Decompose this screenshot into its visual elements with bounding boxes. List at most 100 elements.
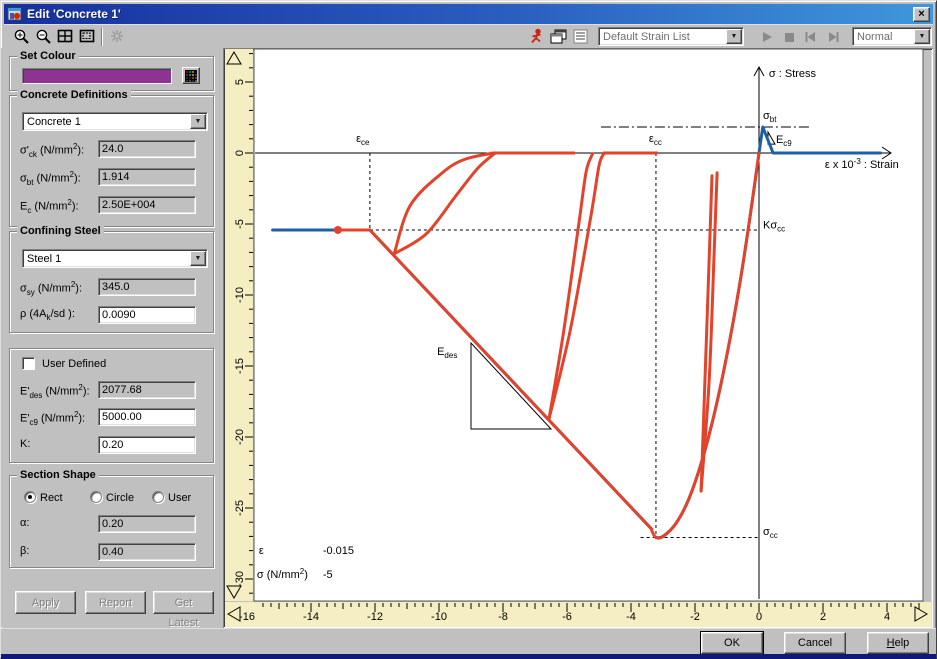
steel-combo[interactable]: Steel 1 ▼ — [22, 249, 208, 268]
sigma-axis-label: σ : Stress — [769, 68, 817, 80]
rho-field[interactable] — [98, 306, 196, 324]
user-defined-checkbox[interactable] — [22, 357, 35, 370]
chart-area: -16-14-12-10-8-6-4-202450-5-10-15-20-25-… — [223, 48, 933, 628]
footer-bar: OK Cancel Help — [1, 628, 936, 656]
edit-concrete-window: Edit 'Concrete 1' × — [0, 0, 937, 659]
radio-rect-circle[interactable] — [24, 491, 36, 503]
zoom-out-icon — [35, 28, 52, 45]
beta-field[interactable] — [98, 543, 196, 561]
strain-list-button[interactable] — [570, 27, 592, 47]
x-tick-label: -10 — [431, 611, 447, 623]
set-colour-legend: Set Colour — [17, 50, 79, 62]
radio-circle-label: Circle — [106, 492, 134, 504]
y-tick-label: -30 — [234, 571, 246, 587]
x-tick-label: 4 — [884, 611, 890, 623]
app-icon — [7, 6, 23, 22]
sigma-ck-field[interactable] — [98, 140, 196, 158]
set-colour-group: Set Colour — [9, 56, 214, 91]
concrete-combo-value: Concrete 1 — [23, 116, 189, 128]
radio-circle[interactable]: Circle — [90, 490, 134, 508]
palette-icon — [185, 70, 197, 82]
strain-list-combo-value: Default Strain List — [599, 31, 725, 43]
chevron-down-icon[interactable]: ▼ — [190, 114, 206, 129]
window-title: Edit 'Concrete 1' — [27, 7, 913, 21]
radio-user-label: User — [168, 492, 191, 504]
stop-button[interactable] — [778, 27, 800, 47]
edes-field-label: E'des (N/mm2): — [20, 383, 90, 400]
list-icon — [572, 28, 590, 46]
radio-user[interactable]: User — [152, 490, 191, 508]
stop-icon — [782, 30, 796, 44]
mode-combo[interactable]: Normal ▼ — [852, 27, 932, 46]
cancel-button[interactable]: Cancel — [784, 632, 846, 654]
x-tick-label: 2 — [820, 611, 826, 623]
x-tick-label: -6 — [562, 611, 572, 623]
sigma-bt-field[interactable] — [98, 168, 196, 186]
alpha-field[interactable] — [98, 515, 196, 533]
chevron-down-icon[interactable]: ▼ — [914, 29, 930, 44]
x-tick-label: 0 — [756, 611, 762, 623]
k-field[interactable] — [98, 436, 196, 454]
strain-axis-label: ε x 10-3 : Strain — [825, 157, 899, 171]
step-back-button[interactable] — [800, 27, 822, 47]
properties-button[interactable] — [548, 27, 570, 47]
redraw-button[interactable] — [106, 27, 128, 47]
ec-field[interactable] — [98, 196, 196, 214]
beta-label: β: — [20, 545, 29, 557]
step-back-icon — [803, 30, 819, 44]
ec9-field[interactable] — [98, 408, 196, 426]
zoom-in-button[interactable] — [10, 27, 32, 47]
concrete-definitions-legend: Concrete Definitions — [17, 89, 131, 101]
step-forward-button[interactable] — [822, 27, 844, 47]
zoom-window-icon — [79, 28, 96, 45]
windows-icon — [550, 28, 568, 46]
ok-button[interactable]: OK — [701, 632, 763, 654]
close-button[interactable]: × — [913, 7, 930, 22]
section-shape-group: Section Shape Rect Circle User α: β: — [9, 475, 214, 568]
title-bar: Edit 'Concrete 1' × — [4, 4, 933, 24]
user-defined-label: User Defined — [42, 358, 106, 370]
rho-label: ρ (4Ak/sd ): — [20, 308, 75, 322]
radio-user-circle[interactable] — [152, 491, 164, 503]
steel-combo-value: Steel 1 — [23, 253, 189, 265]
palette-button[interactable] — [182, 67, 200, 84]
play-button[interactable] — [756, 27, 778, 47]
animate-button[interactable] — [526, 27, 548, 47]
x-tick-label: -4 — [626, 611, 636, 623]
chart-svg: -16-14-12-10-8-6-4-202450-5-10-15-20-25-… — [223, 48, 933, 628]
ec-label: Ec (N/mm2): — [20, 198, 79, 215]
confining-steel-group: Confining Steel Steel 1 ▼ σsy (N/mm2): ρ… — [9, 231, 214, 333]
zoom-in-icon — [13, 28, 30, 45]
vertical-ruler — [225, 49, 253, 601]
concrete-combo[interactable]: Concrete 1 ▼ — [22, 112, 208, 131]
colour-swatch[interactable] — [22, 68, 172, 84]
help-button[interactable]: Help — [867, 632, 929, 654]
y-tick-label: -15 — [234, 358, 246, 374]
edes-field[interactable] — [98, 381, 196, 399]
zoom-out-button[interactable] — [32, 27, 54, 47]
toolbar: Default Strain List ▼ Normal ▼ — [4, 24, 933, 48]
x-tick-label: -14 — [303, 611, 319, 623]
status-eps-label: ε — [259, 545, 264, 557]
apply-button[interactable]: Apply — [15, 591, 76, 614]
y-tick-label: -10 — [234, 287, 246, 303]
step-forward-icon — [825, 30, 841, 44]
chevron-down-icon[interactable]: ▼ — [726, 29, 742, 44]
confining-steel-legend: Confining Steel — [17, 225, 104, 237]
radio-circle-circle[interactable] — [90, 491, 102, 503]
report-button[interactable]: Report — [85, 591, 146, 614]
plot-background — [254, 49, 923, 601]
radio-rect-label: Rect — [40, 492, 63, 504]
zoom-extents-button[interactable] — [54, 27, 76, 47]
get-latest-button[interactable]: Get Latest — [153, 591, 214, 614]
x-tick-label: -2 — [690, 611, 700, 623]
radio-rect[interactable]: Rect — [24, 490, 63, 508]
y-tick-label: -20 — [234, 429, 246, 445]
sigma-sy-field[interactable] — [98, 278, 196, 296]
play-icon — [760, 30, 774, 44]
zoom-extents-icon — [57, 28, 74, 45]
chevron-down-icon[interactable]: ▼ — [190, 251, 206, 266]
ec9-field-label: E'c9 (N/mm2): — [20, 410, 85, 427]
zoom-window-button[interactable] — [76, 27, 98, 47]
strain-list-combo[interactable]: Default Strain List ▼ — [598, 27, 744, 46]
